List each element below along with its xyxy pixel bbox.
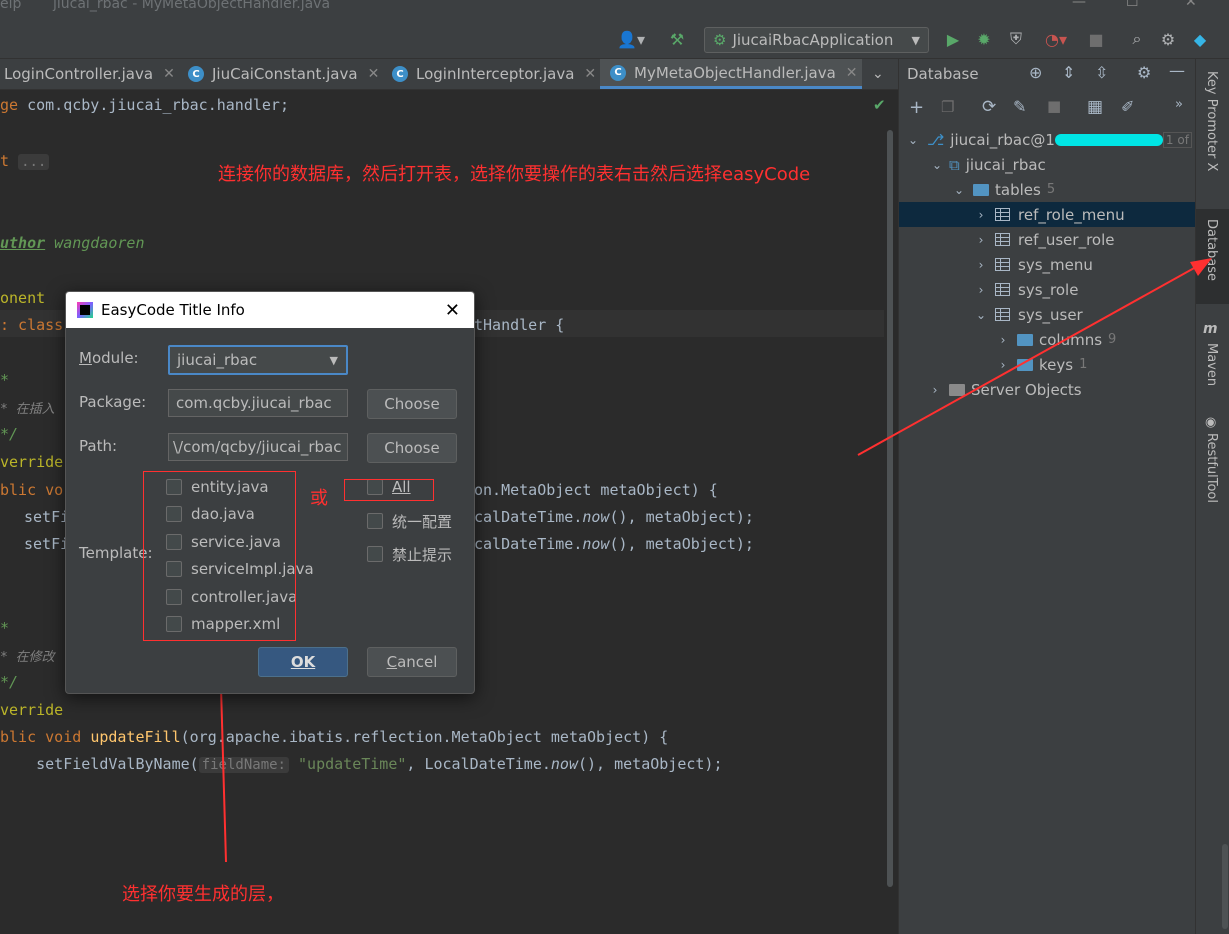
unified-config[interactable]: 统一配置 xyxy=(367,510,452,532)
chevron-down-icon: ▼ xyxy=(329,353,338,367)
dialog-title-bar[interactable]: EasyCode Title Info ✕ xyxy=(66,292,474,328)
choose-package-button[interactable]: Choose xyxy=(367,389,457,419)
easycode-dialog: EasyCode Title Info ✕ Module: jiucai_rba… xyxy=(65,291,475,694)
package-label: Package: xyxy=(79,393,147,411)
dialog-close-icon[interactable]: ✕ xyxy=(445,300,460,321)
dialog-title: EasyCode Title Info xyxy=(101,301,245,319)
path-label: Path: xyxy=(79,437,118,455)
annotation-templates-box xyxy=(143,471,296,641)
template-label: Template: xyxy=(79,544,153,562)
intellij-icon xyxy=(77,302,93,318)
choose-path-button[interactable]: Choose xyxy=(367,433,457,463)
arrow-to-database-tab xyxy=(857,261,1206,456)
module-select[interactable]: jiucai_rbac ▼ xyxy=(168,345,348,375)
path-input[interactable]: \/com/qcby/jiucai_rbac xyxy=(168,433,348,461)
checkbox[interactable] xyxy=(367,513,383,529)
cancel-button[interactable]: Cancel xyxy=(367,647,457,677)
annotation-all-box xyxy=(344,479,434,501)
disable-prompt[interactable]: 禁止提示 xyxy=(367,543,452,565)
arrowhead xyxy=(1190,258,1212,276)
package-input[interactable]: com.qcby.jiucai_rbac xyxy=(168,389,348,417)
checkbox[interactable] xyxy=(367,546,383,562)
module-label: Module: xyxy=(79,349,139,367)
ok-button[interactable]: OK xyxy=(258,647,348,677)
annotation-or: 或 xyxy=(310,488,328,509)
